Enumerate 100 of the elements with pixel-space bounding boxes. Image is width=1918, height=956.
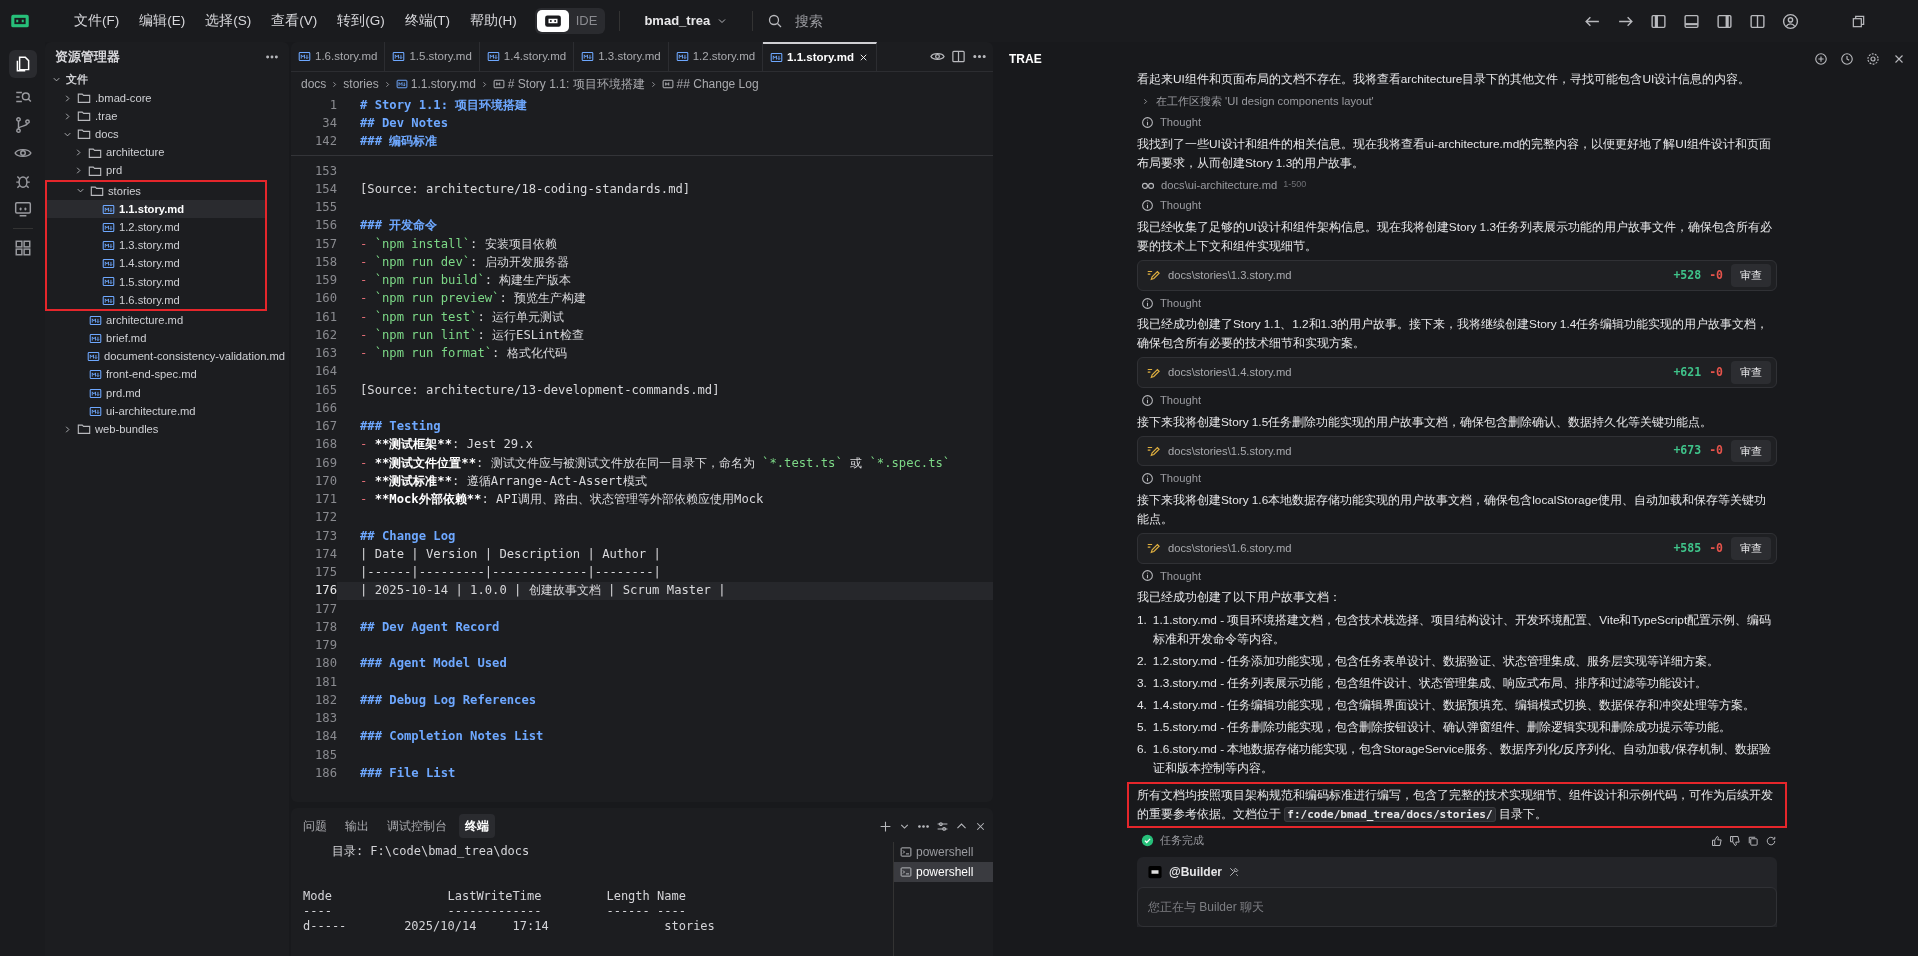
history-icon[interactable] [1840,52,1854,66]
code-line: - `npm run preview`: 预览生产构建 [360,290,587,308]
review-button[interactable]: 审查 [1731,537,1771,560]
agent-icon [1147,865,1163,880]
review-button[interactable]: 审查 [1731,439,1771,463]
markdown-file-icon [89,368,102,382]
sliders-icon[interactable] [936,819,949,833]
thumbs-up-icon[interactable] [1711,834,1723,847]
close-icon[interactable] [858,52,869,63]
file-item[interactable]: 1.4.story.md [47,254,265,273]
split-editor-icon[interactable] [951,49,966,64]
list-number: 2. [1137,653,1147,671]
file-item[interactable]: 1.5.story.md [47,272,265,291]
mode-toggle[interactable]: IDE [534,8,606,34]
file-link[interactable]: docs\stories\1.5.story.md [1168,442,1666,460]
folder-item[interactable]: stories [47,181,265,201]
menu-item[interactable]: 编辑(E) [131,7,194,35]
sidebar-layout-icon[interactable] [1650,12,1667,30]
review-button[interactable]: 审查 [1731,264,1771,287]
terminal-session[interactable]: powershell [894,842,993,862]
editor-tab[interactable]: 1.6.story.md [291,42,386,71]
search-field[interactable]: 搜索 [793,9,944,33]
added-count: +528 [1673,266,1702,284]
menu-item[interactable]: 转到(G) [329,7,393,35]
breadcrumb-item[interactable]: ## Change Log [676,75,759,93]
file-item[interactable]: 1.3.story.md [47,236,265,255]
code-line: |------|---------|-------------|--------| [360,564,661,582]
monitor-icon[interactable] [13,200,32,218]
editor-tab[interactable]: 1.2.story.md [668,42,764,71]
breadcrumb-item[interactable]: # Story 1.1: 项目环境搭建 [507,75,645,93]
panel-tab[interactable]: 调试控制台 [381,814,453,838]
folder-item[interactable]: .bmad-core [45,88,289,108]
menu-item[interactable]: 终端(T) [396,7,458,35]
file-link[interactable]: docs\stories\1.3.story.md [1168,267,1666,284]
folder-item[interactable]: .trae [45,107,289,126]
breadcrumb-item[interactable]: stories [343,75,379,93]
settings-icon[interactable] [1866,52,1880,66]
line-number: 174 [314,546,337,563]
editor-tab[interactable]: 1.1.story.md [763,42,877,71]
chat-input[interactable]: 您正在与 Builder 聊天 [1137,887,1777,928]
folder-item[interactable]: prd [45,161,289,180]
markdown-file-icon [102,239,115,253]
folder-item[interactable]: web-bundles [45,420,289,439]
refresh-icon[interactable] [1765,834,1777,847]
code-line: - **测试框架**: Jest 29.x [360,436,533,454]
menu-item[interactable]: 文件(F) [66,7,128,35]
menu-item[interactable]: 帮助(H) [462,7,525,35]
thought-label: Thought [1160,295,1202,311]
removed-count: -0 [1709,266,1723,284]
split-layout-icon[interactable] [1749,12,1766,30]
panel-layout-icon[interactable] [1683,12,1700,30]
search-step[interactable]: 在工作区搜索 'UI design components layout' [1156,93,1374,110]
panel-tab[interactable]: 输出 [339,814,375,838]
panel-tab[interactable]: 终端 [459,814,495,838]
folder-item[interactable]: architecture [45,143,289,162]
terminal-session[interactable]: powershell [894,862,993,882]
breadcrumb-item[interactable]: docs [301,75,327,93]
file-item[interactable]: prd.md [45,383,289,403]
file-link[interactable]: docs\ui-architecture.md [1161,176,1278,194]
file-item[interactable]: document-consistency-validation.md [45,347,289,366]
info-icon [1141,296,1154,310]
message-text: 接下来我将创建Story 1.6本地数据存储功能实现的用户故事文档，确保包含localStorage使用、自动加载和保存等关键功能点。 [1137,492,1767,529]
file-item[interactable]: architecture.md [45,311,289,330]
editor-tab[interactable]: 1.3.story.md [574,42,669,71]
folder-icon [77,422,91,437]
menu-item[interactable]: 选择(S) [197,7,260,35]
removed-count: -0 [1709,442,1723,460]
copy-icon[interactable] [1747,834,1759,847]
folder-item[interactable]: docs [45,125,289,144]
source-control-icon[interactable] [13,116,32,134]
editor-tab[interactable]: 1.4.story.md [479,42,575,71]
chevron-right-icon[interactable] [1141,96,1150,106]
thumbs-down-icon[interactable] [1729,834,1741,847]
file-item[interactable]: brief.md [45,329,289,348]
agent-label[interactable]: @Builder [1169,863,1223,882]
code-line: # Story 1.1: 项目环境搭建 [360,97,528,114]
file-item[interactable]: ui-architecture.md [45,402,289,421]
plus-icon[interactable] [879,819,892,833]
extensions-icon[interactable] [13,239,32,257]
new-chat-icon[interactable] [1814,52,1828,66]
right-sidebar-layout-icon[interactable] [1716,12,1733,30]
menu-item[interactable]: 查看(V) [263,7,326,35]
panel-tab[interactable]: 问题 [297,814,333,838]
folder-item[interactable]: 文件 [45,70,289,89]
tools-icon[interactable] [1228,866,1241,879]
review-button[interactable]: 审查 [1731,361,1771,384]
account-icon[interactable] [1782,12,1799,30]
markdown-file-icon [298,50,311,63]
file-item[interactable]: 1.2.story.md [47,218,265,237]
file-item[interactable]: front-end-spec.md [45,365,289,384]
file-link[interactable]: docs\stories\1.4.story.md [1168,364,1666,382]
file-item[interactable]: 1.1.story.md [47,200,265,219]
breadcrumb-item[interactable]: 1.1.story.md [410,75,476,93]
editor-tab[interactable]: 1.5.story.md [385,42,480,71]
project-selector[interactable]: bmad_trea [634,9,739,33]
restore-window-icon[interactable] [1851,13,1866,29]
file-item[interactable]: 1.6.story.md [47,291,265,310]
summary-paragraph: 所有文档均按照项目架构规范和编码标准进行编写，包含了完整的技术实现细节、组件设计和示例代码，可作为后续开发的重要参考依据。文档位于 f:/code/bmad_trea/docs/stories/ 目录下。 [1127,782,1787,829]
code-line: ### File List [360,765,456,782]
file-link[interactable]: docs\stories\1.6.story.md [1168,539,1666,557]
